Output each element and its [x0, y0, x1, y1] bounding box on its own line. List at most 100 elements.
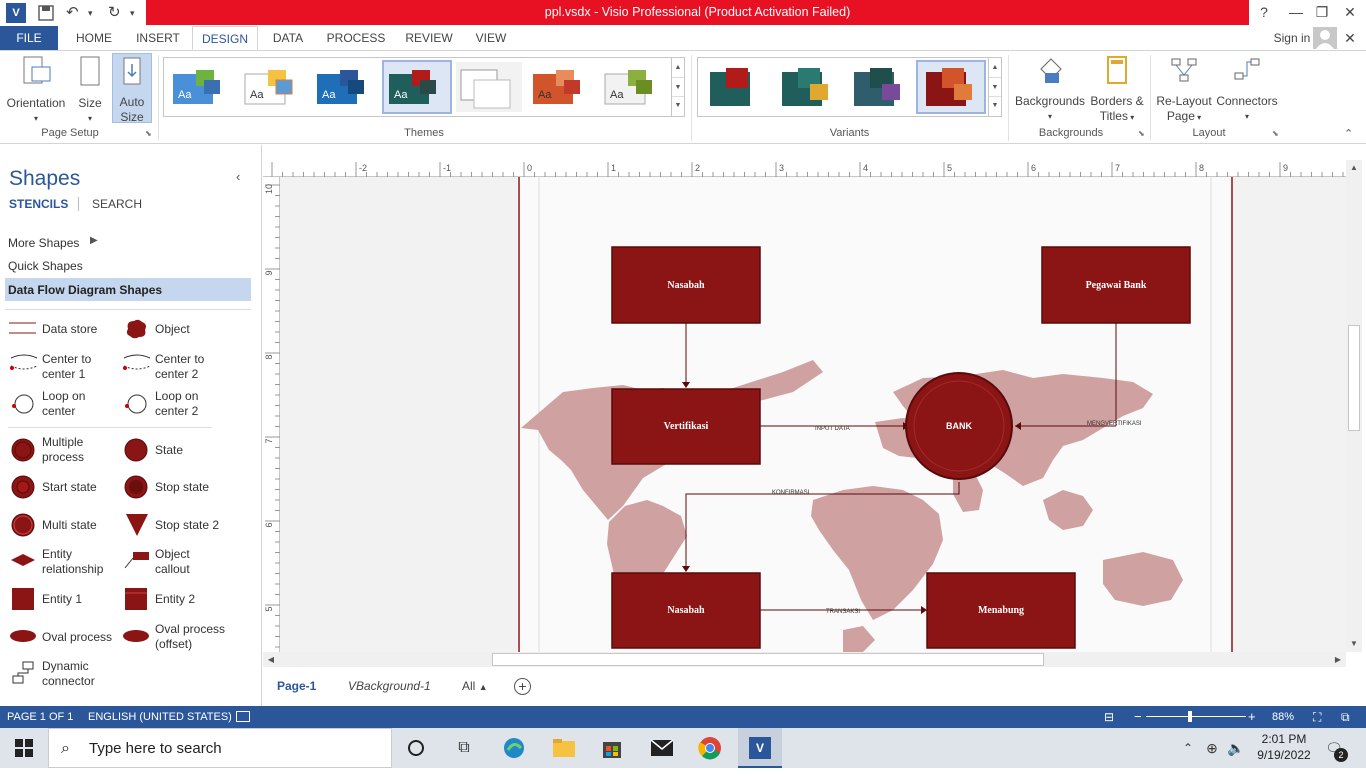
task-view-icon[interactable]: ⧉ [448, 728, 480, 768]
variant-thumb-3[interactable] [846, 62, 912, 112]
help-button[interactable]: ? [1250, 0, 1278, 25]
quick-shapes-item[interactable]: Quick Shapes [8, 259, 83, 273]
shape-dynamic-connector[interactable]: Dynamic connector [42, 659, 95, 689]
scroll-up-icon[interactable]: ▲ [1346, 160, 1362, 176]
scroll-right-icon[interactable]: ▶ [1330, 652, 1346, 667]
process-menabung[interactable]: Menabung [926, 572, 1076, 649]
size-button[interactable]: Size ▾ [72, 55, 108, 126]
drawing-canvas[interactable]: INPUT DATA MENGVERTIFIKASI KONFIRMASI TR… [263, 160, 1346, 652]
scroll-up-icon[interactable]: ▲ [989, 58, 1001, 77]
all-pages-button[interactable]: All ▲ [462, 679, 488, 693]
file-explorer-icon[interactable] [548, 728, 580, 768]
shape-data-store[interactable]: Data store [42, 322, 97, 337]
horizontal-scrollbar[interactable]: ◀ ▶ [263, 652, 1346, 667]
theme-thumb-1[interactable]: Aa [168, 62, 234, 112]
tab-data[interactable]: DATA [264, 26, 312, 50]
fit-page-icon[interactable]: ⛶ [1313, 706, 1321, 728]
active-stencil[interactable]: Data Flow Diagram Shapes [5, 278, 251, 301]
tab-insert[interactable]: INSERT [130, 26, 186, 50]
page-setup-launcher-icon[interactable]: ⬊ [145, 129, 152, 138]
theme-thumb-7[interactable]: Aa [600, 62, 666, 112]
scroll-down-icon[interactable]: ▼ [1346, 636, 1362, 652]
entity-nasabah-bottom[interactable]: Nasabah [611, 572, 761, 649]
redo-icon[interactable]: ↻ [108, 2, 121, 24]
close-document-icon[interactable]: ✕ [1338, 26, 1362, 50]
scroll-down-icon[interactable]: ▼ [989, 77, 1001, 96]
clock[interactable]: 2:01 PM 9/19/2022 [1254, 731, 1314, 763]
scroll-down-icon[interactable]: ▼ [672, 77, 684, 96]
connectors-button[interactable]: Connectors ▾ [1214, 55, 1280, 124]
shape-state[interactable]: State [155, 443, 183, 458]
tab-search[interactable]: SEARCH [92, 197, 142, 211]
backgrounds-button[interactable]: Backgrounds ▾ [1014, 55, 1086, 124]
shape-entity-1[interactable]: Entity 1 [42, 592, 82, 607]
collapse-pane-icon[interactable]: ‹ [236, 169, 240, 184]
close-button[interactable]: ✕ [1336, 0, 1364, 25]
save-icon[interactable] [38, 2, 54, 24]
start-button[interactable] [0, 728, 48, 768]
shape-loop-on-center[interactable]: Loop on center [42, 389, 85, 419]
collapse-ribbon-icon[interactable]: ⌃ [1344, 127, 1353, 140]
minimize-button[interactable]: — [1282, 0, 1310, 25]
auto-size-button[interactable]: Auto Size [112, 53, 152, 124]
shape-loop-on-center-2[interactable]: Loop on center 2 [155, 389, 198, 419]
zoom-in-icon[interactable]: + [1248, 706, 1256, 728]
variant-thumb-2[interactable] [774, 62, 840, 112]
volume-icon[interactable]: 🔈 [1226, 728, 1246, 768]
zoom-out-icon[interactable]: − [1134, 706, 1142, 728]
horizontal-scroll-thumb[interactable] [492, 653, 1044, 666]
mail-icon[interactable] [646, 728, 678, 768]
edge-icon[interactable] [498, 728, 530, 768]
presentation-mode-icon[interactable]: ⊟ [1104, 706, 1114, 728]
vertical-scroll-thumb[interactable] [1348, 325, 1360, 431]
tab-view[interactable]: VIEW [466, 26, 516, 50]
more-shapes-item[interactable]: More Shapes [8, 236, 79, 250]
shape-stop-state-2[interactable]: Stop state 2 [155, 518, 219, 533]
layout-launcher-icon[interactable]: ⬊ [1272, 129, 1279, 138]
zoom-slider-thumb[interactable] [1188, 711, 1192, 722]
tab-home[interactable]: HOME [66, 26, 122, 50]
more-icon[interactable]: ▼ [672, 96, 684, 114]
process-vertifikasi[interactable]: Vertifikasi [611, 388, 761, 465]
shape-start-state[interactable]: Start state [42, 480, 97, 495]
shape-multiple-process[interactable]: Multiple process [42, 435, 84, 465]
relayout-page-button[interactable]: Re-Layout Page ▾ [1154, 55, 1214, 125]
borders-titles-button[interactable]: Borders & Titles ▾ [1088, 55, 1146, 125]
macro-icon[interactable] [236, 711, 250, 722]
process-bank[interactable]: BANK [905, 372, 1013, 480]
taskbar-search-box[interactable]: ⌕ Type here to search [48, 728, 392, 768]
cortana-icon[interactable] [400, 728, 432, 768]
tab-design[interactable]: DESIGN [192, 26, 258, 50]
shape-oval-process[interactable]: Oval process [42, 630, 112, 645]
variant-thumb-1[interactable] [702, 62, 768, 112]
vertical-scrollbar[interactable]: ▲ ▼ [1346, 160, 1362, 652]
theme-thumb-6[interactable]: Aa [528, 62, 594, 112]
theme-thumb-5[interactable] [456, 62, 522, 112]
theme-thumb-2[interactable]: Aa [240, 62, 306, 112]
language-indicator[interactable]: ENGLISH (UNITED STATES) [88, 706, 232, 728]
more-icon[interactable]: ▼ [989, 96, 1001, 114]
more-shapes-arrow-icon[interactable]: ▶ [90, 235, 98, 246]
shape-entity-relationship[interactable]: Entity relationship [42, 547, 103, 577]
page-tab-vbackground[interactable]: VBackground-1 [348, 679, 431, 693]
shape-object-callout[interactable]: Object callout [155, 547, 190, 577]
theme-thumb-3[interactable]: Aa [312, 62, 378, 112]
shape-object[interactable]: Object [155, 322, 190, 337]
theme-thumb-4-selected[interactable]: Aa [382, 60, 452, 114]
chrome-icon[interactable] [694, 728, 726, 768]
insert-page-icon[interactable]: + [514, 678, 531, 695]
tab-review[interactable]: REVIEW [400, 26, 458, 50]
tab-process[interactable]: PROCESS [320, 26, 392, 50]
scroll-left-icon[interactable]: ◀ [263, 652, 279, 667]
avatar[interactable] [1313, 27, 1337, 49]
tab-file[interactable]: FILE [0, 26, 58, 50]
shape-entity-2[interactable]: Entity 2 [155, 592, 195, 607]
visio-taskbar-icon[interactable]: V [738, 728, 782, 768]
scroll-up-icon[interactable]: ▲ [672, 58, 684, 77]
customize-qat-icon[interactable]: ▾ [130, 2, 135, 24]
undo-dropdown-icon[interactable]: ▾ [88, 2, 93, 24]
zoom-level[interactable]: 88% [1272, 706, 1294, 728]
store-icon[interactable] [596, 728, 628, 768]
zoom-slider[interactable] [1146, 716, 1246, 717]
page-tab-page-1[interactable]: Page-1 [277, 679, 316, 693]
